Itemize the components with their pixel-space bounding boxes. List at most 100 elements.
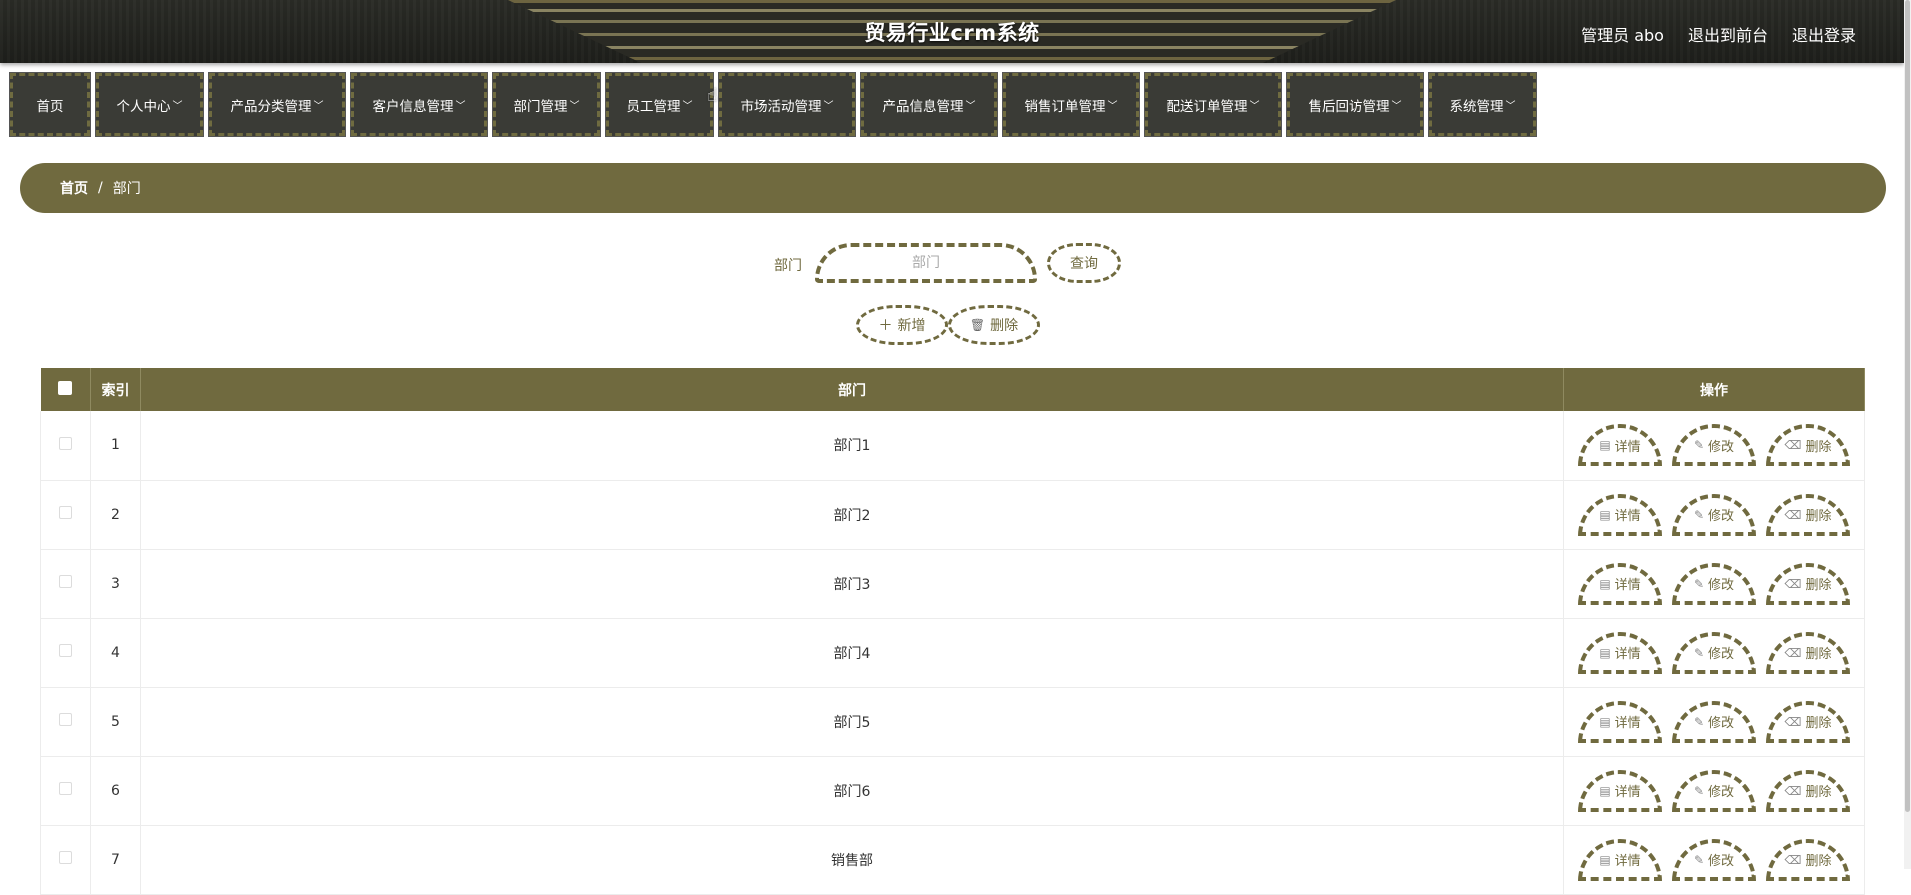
delete-label: 删除 bbox=[1805, 578, 1832, 593]
table-row: 3 部门3 ▤ 详情 ✎ 修改 ⌫ 删除 bbox=[40, 549, 1865, 618]
chevron-down-icon: ﹀ bbox=[313, 101, 324, 112]
edit-button[interactable]: ✎ 修改 bbox=[1672, 838, 1756, 881]
query-button[interactable]: 查询 bbox=[1047, 243, 1121, 283]
chevron-down-icon: ﹀ bbox=[823, 101, 834, 112]
delete-label: 删除 bbox=[1805, 509, 1832, 524]
nav-item-label: 配送订单管理 bbox=[1166, 98, 1248, 115]
scrollbar[interactable] bbox=[1904, 0, 1911, 869]
user-label: 管理员 abo bbox=[1581, 26, 1664, 45]
search-input[interactable] bbox=[815, 243, 1037, 283]
edit-button[interactable]: ✎ 修改 bbox=[1672, 631, 1756, 674]
detail-label: 详情 bbox=[1614, 647, 1641, 662]
logout-link[interactable]: 退出登录 bbox=[1792, 22, 1856, 46]
row-select-cell[interactable] bbox=[40, 411, 91, 480]
plus-icon: ＋ bbox=[878, 318, 893, 334]
row-index: 3 bbox=[90, 549, 141, 618]
row-select-cell[interactable] bbox=[40, 618, 91, 687]
department-table: 索引 部门 操作 1 部门1 ▤ 详情 ✎ 修改 ⌫ 删除 2 部门2 ▤ 详情… bbox=[40, 368, 1865, 895]
table-header-row: 索引 部门 操作 bbox=[40, 368, 1865, 411]
front-link[interactable]: 退出到前台 bbox=[1688, 22, 1768, 46]
chevron-down-icon: ﹀ bbox=[682, 101, 693, 112]
breadcrumb-home[interactable]: 首页 bbox=[60, 178, 88, 198]
trash-icon: ⌫ bbox=[1784, 783, 1802, 798]
document-icon: ▤ bbox=[1599, 714, 1611, 729]
pencil-icon: ✎ bbox=[1693, 438, 1705, 453]
edit-button[interactable]: ✎ 修改 bbox=[1672, 562, 1756, 605]
row-checkbox[interactable] bbox=[59, 436, 72, 450]
edit-button[interactable]: ✎ 修改 bbox=[1672, 493, 1756, 536]
detail-button[interactable]: ▤ 详情 bbox=[1578, 838, 1662, 881]
detail-label: 详情 bbox=[1614, 785, 1641, 800]
nav-item-label: 部门管理 bbox=[513, 98, 568, 115]
detail-button[interactable]: ▤ 详情 bbox=[1578, 700, 1662, 743]
row-checkbox[interactable] bbox=[59, 851, 72, 864]
nav-item-0[interactable]: 首页 bbox=[9, 72, 91, 137]
add-button[interactable]: ＋ 新增 bbox=[856, 305, 948, 345]
delete-button[interactable]: ⌫ 删除 bbox=[1766, 838, 1850, 881]
nav-item-11[interactable]: 系统管理 ﹀ bbox=[1428, 72, 1537, 137]
document-icon: ▤ bbox=[1599, 852, 1611, 867]
row-checkbox[interactable] bbox=[59, 644, 72, 657]
detail-button[interactable]: ▤ 详情 bbox=[1578, 493, 1662, 536]
edit-label: 修改 bbox=[1708, 647, 1735, 662]
row-select-cell[interactable] bbox=[40, 549, 91, 618]
row-checkbox[interactable] bbox=[59, 575, 72, 588]
document-icon: ▤ bbox=[1599, 438, 1611, 453]
delete-button[interactable]: ⌫ 删除 bbox=[1766, 700, 1850, 743]
delete-button[interactable]: ⌫ 删除 bbox=[1766, 631, 1850, 674]
nav-item-5[interactable]: 员工管理 ﹀ bbox=[605, 72, 714, 137]
nav-item-3[interactable]: 客户信息管理 ﹀ bbox=[350, 72, 488, 137]
delete-button[interactable]: ⌫ 删除 bbox=[1766, 424, 1850, 467]
row-operations: ▤ 详情 ✎ 修改 ⌫ 删除 bbox=[1563, 480, 1865, 549]
nav-item-9[interactable]: 配送订单管理 ﹀ bbox=[1144, 72, 1282, 137]
row-operations: ▤ 详情 ✎ 修改 ⌫ 删除 bbox=[1563, 825, 1865, 894]
delete-button[interactable]: ⌫ 删除 bbox=[1766, 562, 1850, 605]
row-select-cell[interactable] bbox=[40, 687, 91, 756]
row-index: 5 bbox=[90, 687, 141, 756]
row-checkbox[interactable] bbox=[59, 506, 72, 519]
header-select-all[interactable] bbox=[40, 368, 91, 411]
edit-button[interactable]: ✎ 修改 bbox=[1672, 700, 1756, 743]
row-select-cell[interactable] bbox=[40, 480, 91, 549]
nav-item-4[interactable]: 部门管理 ﹀ bbox=[492, 72, 601, 137]
delete-button[interactable]: ⌫ 删除 bbox=[1766, 493, 1850, 536]
chevron-down-icon: ﹀ bbox=[965, 101, 976, 112]
row-checkbox[interactable] bbox=[59, 782, 72, 795]
edit-label: 修改 bbox=[1708, 509, 1735, 524]
row-department-name: 部门5 bbox=[140, 687, 1564, 756]
nav-item-10[interactable]: 售后回访管理 ﹀ bbox=[1286, 72, 1424, 137]
edit-label: 修改 bbox=[1708, 578, 1735, 593]
detail-label: 详情 bbox=[1614, 716, 1641, 731]
row-checkbox[interactable] bbox=[59, 713, 72, 726]
nav-item-6[interactable]: 市场活动管理 ﹀ bbox=[718, 72, 856, 137]
nav-item-1[interactable]: 个人中心 ﹀ bbox=[95, 72, 204, 137]
detail-button[interactable]: ▤ 详情 bbox=[1578, 562, 1662, 605]
nav-item-label: 首页 bbox=[36, 98, 64, 115]
chevron-down-icon: ﹀ bbox=[1249, 101, 1260, 112]
header-operations: 操作 bbox=[1563, 368, 1865, 411]
detail-button[interactable]: ▤ 详情 bbox=[1578, 631, 1662, 674]
row-select-cell[interactable] bbox=[40, 756, 91, 825]
row-select-cell[interactable] bbox=[40, 825, 91, 894]
add-label: 新增 bbox=[897, 318, 926, 334]
detail-button[interactable]: ▤ 详情 bbox=[1578, 424, 1662, 467]
delete-button[interactable]: ⌫ 删除 bbox=[1766, 769, 1850, 812]
edit-button[interactable]: ✎ 修改 bbox=[1672, 424, 1756, 467]
nav-item-8[interactable]: 销售订单管理 ﹀ bbox=[1002, 72, 1140, 137]
select-all-checkbox[interactable] bbox=[58, 380, 73, 395]
scrollbar-thumb[interactable] bbox=[1905, 0, 1910, 812]
breadcrumb-separator: / bbox=[98, 180, 103, 196]
edit-button[interactable]: ✎ 修改 bbox=[1672, 769, 1756, 812]
nav-item-label: 产品分类管理 bbox=[230, 98, 312, 115]
row-department-name: 部门6 bbox=[140, 756, 1564, 825]
pencil-icon: ✎ bbox=[1693, 714, 1705, 729]
table-row: 5 部门5 ▤ 详情 ✎ 修改 ⌫ 删除 bbox=[40, 687, 1865, 756]
header-index: 索引 bbox=[90, 368, 141, 411]
user-links: 管理员 abo 退出到前台 退出登录 bbox=[1581, 22, 1856, 46]
nav-item-7[interactable]: 产品信息管理 ﹀ bbox=[860, 72, 998, 137]
batch-delete-button[interactable]: 🗑 删除 bbox=[948, 305, 1040, 345]
row-index: 1 bbox=[90, 411, 141, 480]
nav-item-2[interactable]: 产品分类管理 ﹀ bbox=[208, 72, 346, 137]
header-department: 部门 bbox=[140, 368, 1564, 411]
detail-button[interactable]: ▤ 详情 bbox=[1578, 769, 1662, 812]
